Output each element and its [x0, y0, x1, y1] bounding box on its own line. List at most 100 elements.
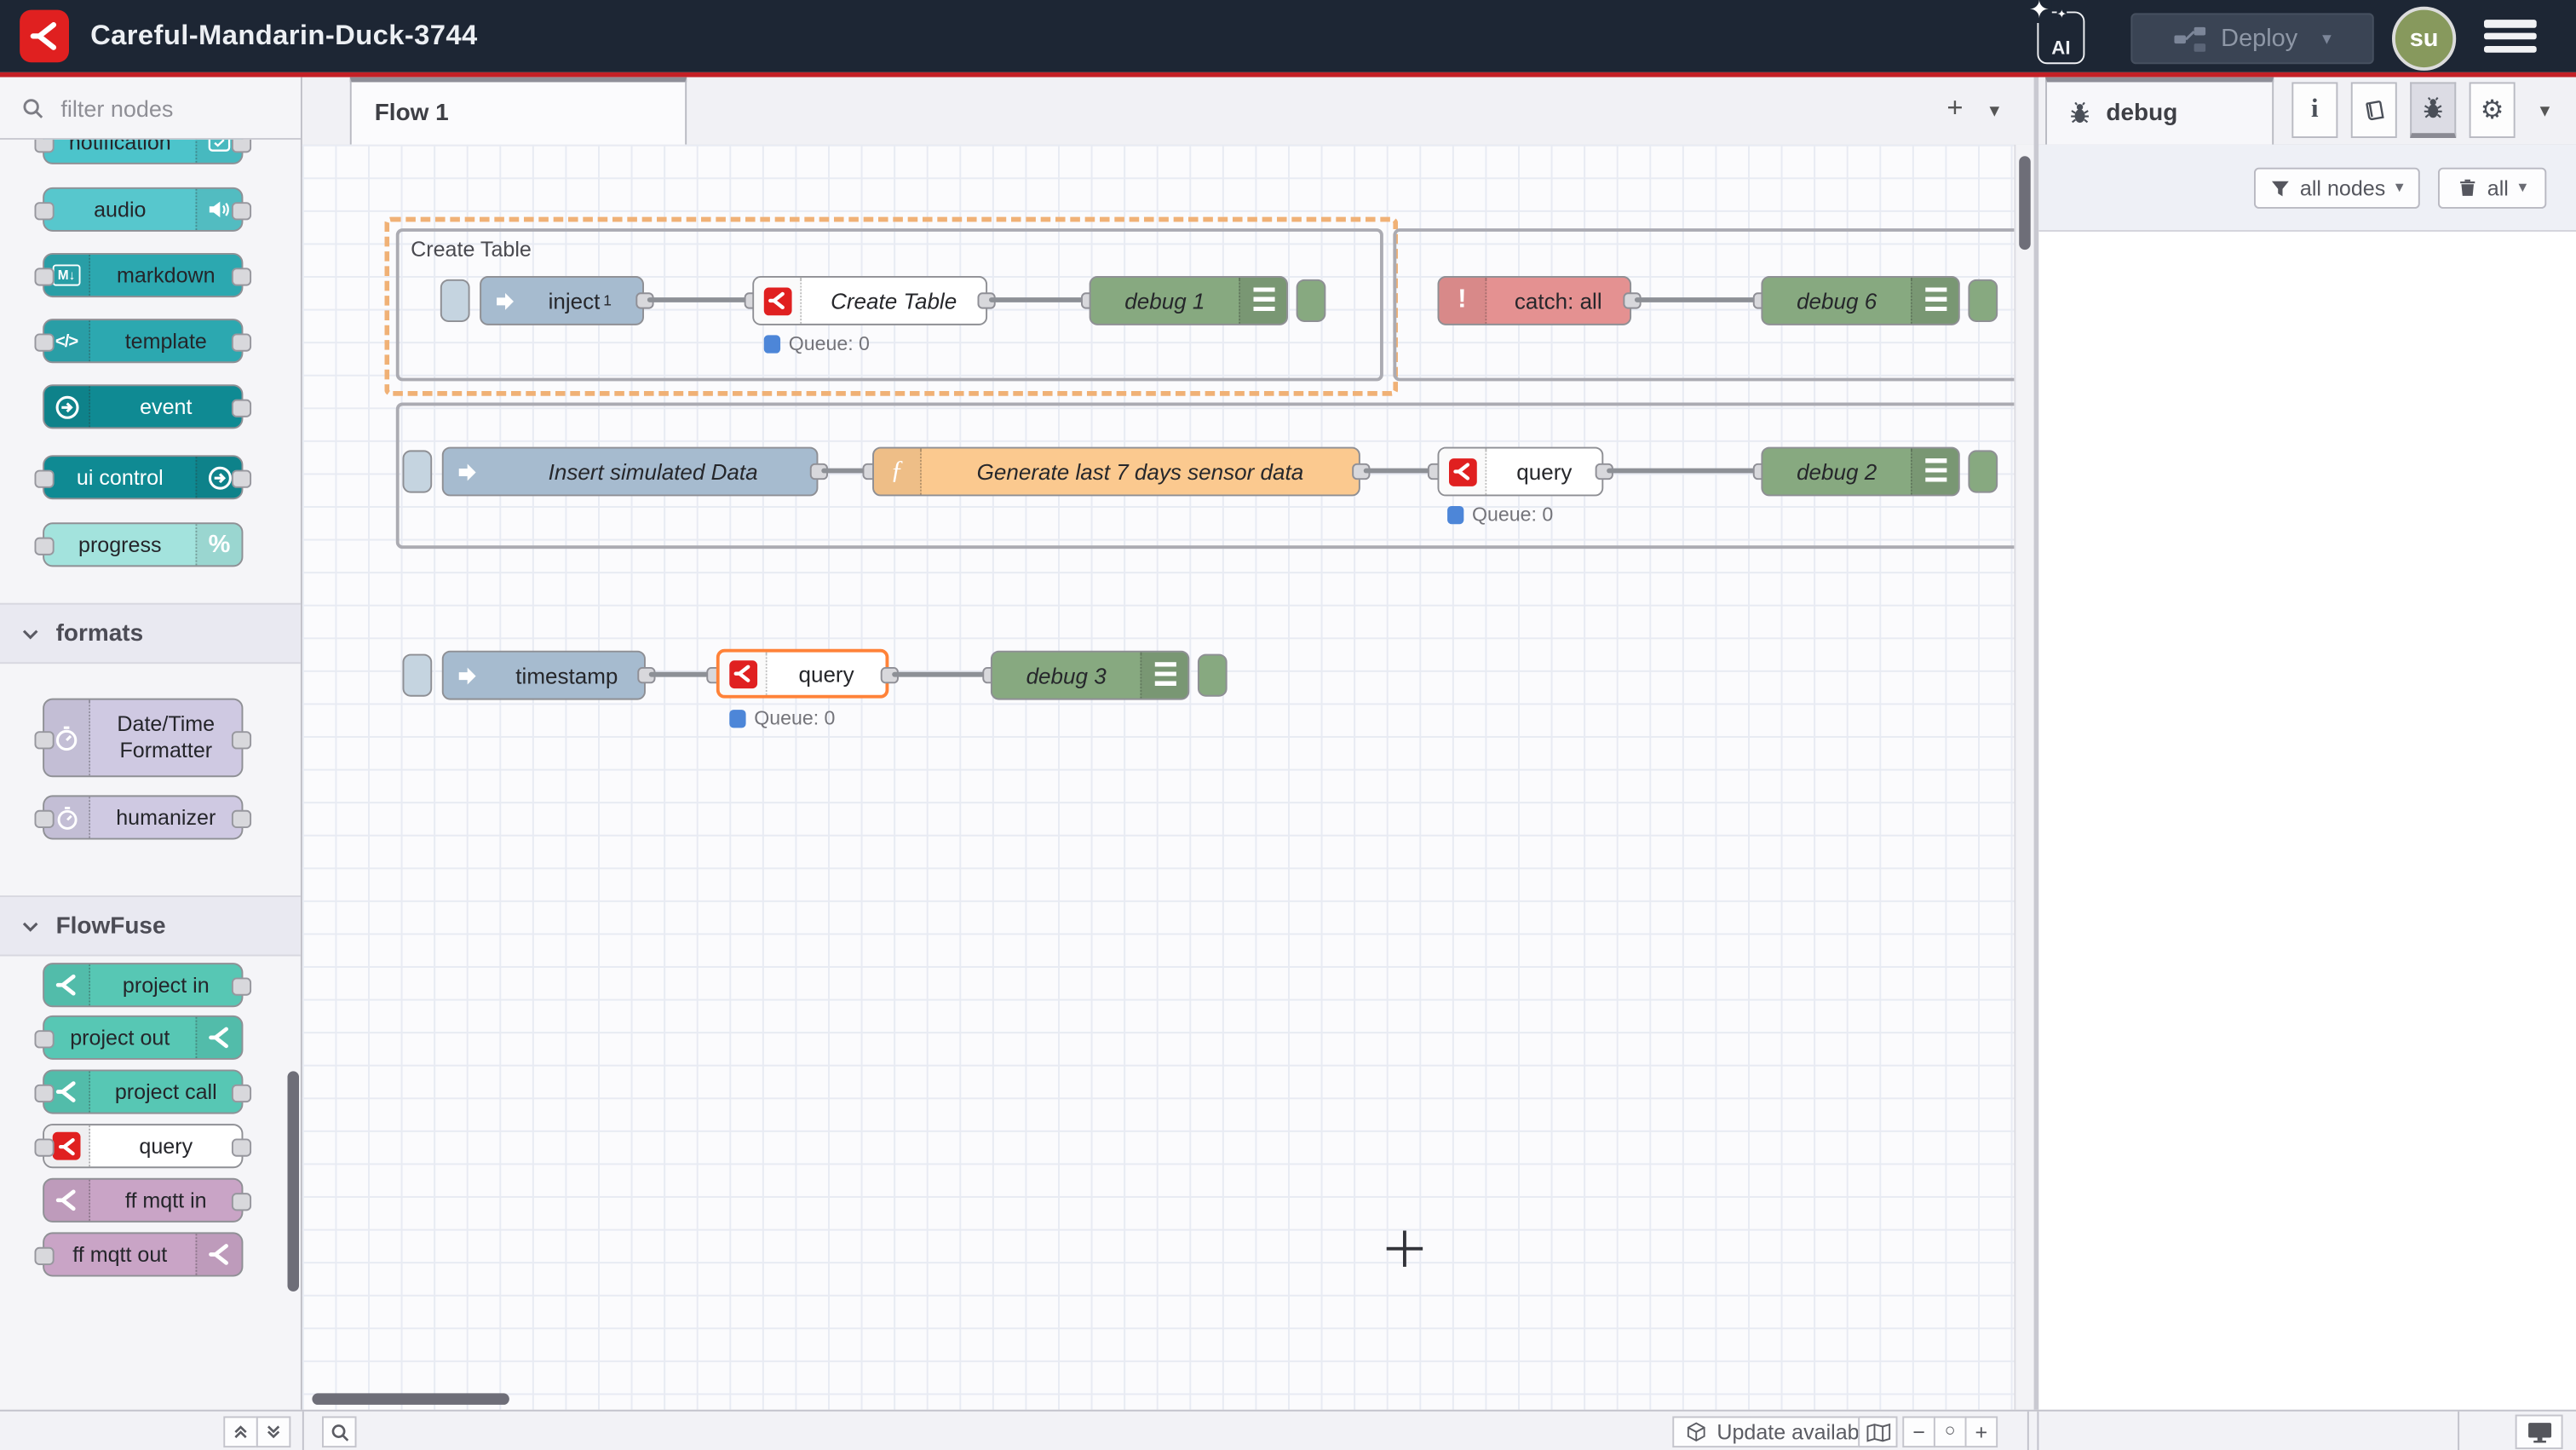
port[interactable] — [34, 333, 54, 351]
debug-toggle-button[interactable] — [1198, 654, 1228, 697]
wire[interactable] — [1364, 469, 1433, 474]
palette-node-template[interactable]: </> template — [43, 319, 243, 363]
palette-scroll-area[interactable]: notification audio M↓ markdown </> templ… — [0, 140, 301, 1410]
palette-node-ff-mqtt-in[interactable]: ff mqtt in — [43, 1178, 243, 1223]
user-avatar[interactable]: su — [2392, 7, 2456, 71]
node-debug-2[interactable]: debug 2 — [1761, 447, 1959, 497]
palette-node-project-call[interactable]: project call — [43, 1069, 243, 1113]
wire[interactable] — [1635, 297, 1761, 302]
node-debug-1[interactable]: debug 1 — [1090, 276, 1288, 325]
settings-tab-button[interactable]: ⚙ — [2470, 82, 2516, 138]
port[interactable] — [232, 268, 251, 285]
add-flow-button[interactable]: + — [1935, 92, 1975, 125]
palette-scrollbar[interactable] — [287, 1071, 299, 1291]
port[interactable] — [232, 1085, 251, 1102]
wire[interactable] — [647, 297, 752, 302]
palette-section-flowfuse[interactable]: FlowFuse — [0, 895, 301, 956]
palette-node-datetime-formatter[interactable]: Date/Time Formatter — [43, 699, 243, 778]
palette-node-markdown[interactable]: M↓ markdown — [43, 253, 243, 297]
port[interactable] — [34, 470, 54, 488]
flow-list-caret-icon[interactable]: ▾ — [1989, 99, 1999, 122]
canvas-search-button[interactable] — [322, 1416, 356, 1447]
debug-filter-button[interactable]: all nodes ▾ — [2254, 168, 2420, 209]
inject-trigger-button[interactable] — [402, 450, 432, 492]
main-menu-button[interactable] — [2484, 20, 2537, 53]
palette-node-progress[interactable]: progress % — [43, 522, 243, 567]
debug-tab-button[interactable] — [2410, 82, 2456, 138]
node-query-2[interactable]: query — [1437, 447, 1603, 497]
port[interactable] — [232, 1138, 251, 1156]
zoom-reset-button[interactable]: ○ — [1934, 1416, 1967, 1447]
palette-search[interactable] — [0, 78, 301, 140]
palette-node-humanizer[interactable]: humanizer — [43, 795, 243, 839]
zoom-in-button[interactable]: + — [1965, 1416, 1998, 1447]
info-tab-button[interactable]: i — [2291, 82, 2337, 138]
scrollbar-thumb[interactable] — [2019, 156, 2031, 250]
port[interactable] — [34, 1085, 54, 1102]
wire[interactable] — [1607, 469, 1761, 474]
port[interactable] — [34, 1030, 54, 1048]
wire[interactable] — [821, 469, 867, 474]
port[interactable] — [34, 538, 54, 555]
inject-trigger-button[interactable] — [402, 654, 432, 697]
palette-collapse-button[interactable] — [223, 1416, 257, 1447]
palette-node-project-out[interactable]: project out — [43, 1016, 243, 1060]
palette-filter-input[interactable] — [57, 93, 277, 123]
debug-toggle-button[interactable] — [1968, 450, 1998, 492]
palette-node-notification[interactable]: notification — [43, 140, 243, 164]
palette-expand-button[interactable] — [256, 1416, 290, 1447]
palette-node-project-in[interactable]: project in — [43, 963, 243, 1007]
wire[interactable] — [892, 672, 991, 677]
port[interactable] — [232, 977, 251, 995]
sidebar-menu-caret-icon[interactable]: ▾ — [2540, 99, 2550, 122]
tab-debug[interactable]: debug — [2045, 78, 2274, 145]
open-dashboard-button[interactable] — [2516, 1414, 2563, 1449]
inject-trigger-button[interactable] — [440, 279, 470, 322]
port[interactable] — [34, 202, 54, 220]
port[interactable] — [232, 140, 251, 152]
canvas-horizontal-scrollbar[interactable] — [312, 1393, 509, 1405]
palette-node-query[interactable]: query — [43, 1124, 243, 1168]
tab-flow-1[interactable]: Flow 1 — [350, 78, 687, 145]
port[interactable] — [232, 731, 251, 749]
node-generate-sensor-data[interactable]: ƒ Generate last 7 days sensor data — [872, 447, 1360, 497]
palette-node-ff-mqtt-out[interactable]: ff mqtt out — [43, 1232, 243, 1276]
help-tab-button[interactable] — [2351, 82, 2397, 138]
deploy-button[interactable]: Deploy ▾ — [2130, 13, 2373, 64]
port[interactable] — [232, 1193, 251, 1211]
port[interactable] — [34, 810, 54, 828]
port[interactable] — [34, 731, 54, 749]
node-catch-all[interactable]: ! catch: all — [1437, 276, 1631, 325]
update-available-button[interactable]: Update available — [1672, 1416, 1889, 1447]
debug-toggle-button[interactable] — [1968, 279, 1998, 322]
zoom-out-button[interactable]: − — [1902, 1416, 1935, 1447]
minimap-button[interactable] — [1858, 1416, 1897, 1447]
port[interactable] — [34, 140, 54, 152]
debug-toggle-button[interactable] — [1297, 279, 1326, 322]
node-insert-simulated-data[interactable]: Insert simulated Data — [442, 447, 819, 497]
palette-node-event[interactable]: event — [43, 384, 243, 429]
node-debug-6[interactable]: debug 6 — [1761, 276, 1959, 325]
palette-section-formats[interactable]: formats — [0, 603, 301, 664]
port[interactable] — [232, 202, 251, 220]
debug-clear-button[interactable]: all ▾ — [2438, 168, 2546, 209]
node-create-table[interactable]: Create Table — [752, 276, 987, 325]
ai-assistant-button[interactable]: ✦ ✦ AI — [2037, 11, 2084, 64]
deploy-caret-icon[interactable]: ▾ — [2322, 28, 2332, 49]
palette-node-ui-control[interactable]: ui control — [43, 455, 243, 499]
node-query-3-selected[interactable]: query — [716, 649, 888, 699]
port[interactable] — [34, 268, 54, 285]
port[interactable] — [34, 1138, 54, 1156]
flow-canvas[interactable]: Create Table inject1 Create Table Queue:… — [302, 145, 2034, 1410]
port[interactable] — [232, 470, 251, 488]
node-timestamp[interactable]: timestamp — [442, 651, 646, 700]
palette-node-audio[interactable]: audio — [43, 187, 243, 232]
port[interactable] — [232, 810, 251, 828]
node-debug-3[interactable]: debug 3 — [991, 651, 1189, 700]
port[interactable] — [34, 1247, 54, 1265]
port[interactable] — [232, 333, 251, 351]
wire[interactable] — [989, 297, 1090, 302]
canvas-vertical-scrollbar[interactable] — [2014, 145, 2033, 1410]
wire[interactable] — [649, 672, 711, 677]
node-inject-1[interactable]: inject1 — [480, 276, 644, 325]
